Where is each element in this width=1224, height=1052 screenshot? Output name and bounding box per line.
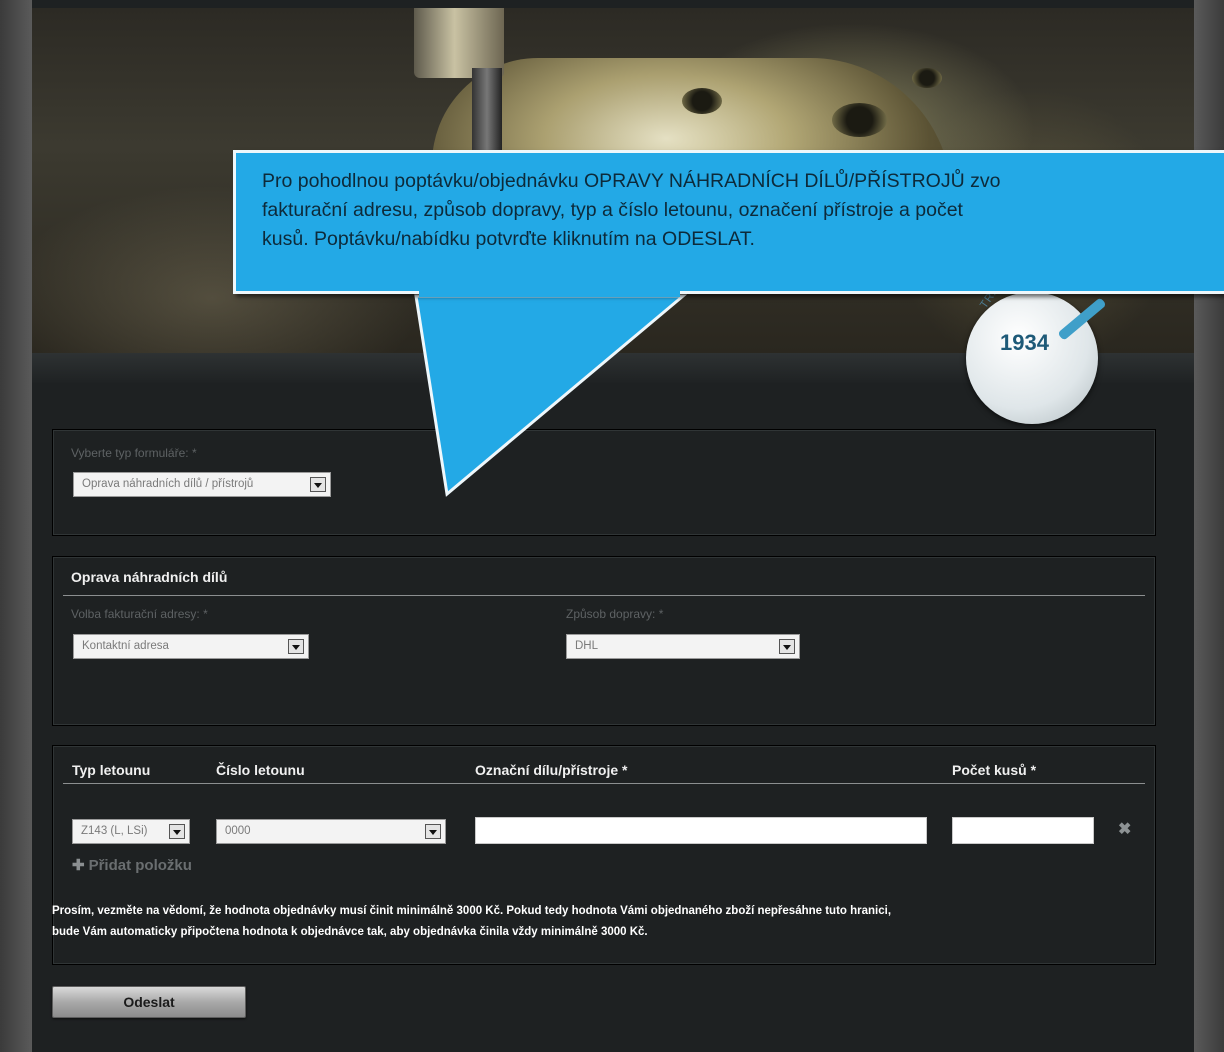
callout-line-2: fakturační adresu, způsob dopravy, typ a…: [262, 199, 963, 221]
callout-tail-joint: [419, 289, 680, 297]
column-aircraft-type: Typ letounu: [72, 762, 151, 778]
chevron-down-icon[interactable]: [288, 639, 304, 654]
submit-button[interactable]: Odeslat: [52, 986, 246, 1018]
add-item-label: Přidat položku: [88, 857, 192, 874]
aircraft-number-select[interactable]: 0000: [216, 819, 446, 844]
hero-spindle-shaft: [472, 68, 502, 158]
chevron-down-icon[interactable]: [310, 477, 326, 492]
plus-icon: ✚: [72, 857, 85, 874]
shipping-label: Způsob dopravy: *: [566, 607, 664, 621]
aircraft-number-selected: 0000: [225, 825, 251, 837]
form-type-select[interactable]: Oprava náhradních dílů / přístrojů: [73, 472, 331, 497]
callout-line-1: Pro pohodlnou poptávku/objednávku OPRAVY…: [262, 170, 1001, 192]
column-quantity: Počet kusů *: [952, 762, 1037, 778]
minimum-order-notice: Prosím, vezměte na vědomí, že hodnota ob…: [52, 901, 1142, 943]
form-type-panel: Vyberte typ formuláře: * Oprava náhradní…: [52, 429, 1156, 536]
hero-hole: [682, 88, 722, 114]
column-part-designation: Označní dílu/přístroje *: [475, 762, 628, 778]
tradition-badge: TRADITION SINCE 1934: [966, 213, 1107, 424]
shipping-select[interactable]: DHL: [566, 634, 800, 659]
repair-panel-title: Oprava náhradních dílů: [71, 569, 228, 585]
callout-line-3: kusů. Poptávku/nabídku potvrďte kliknutí…: [262, 228, 755, 250]
hero-hole: [832, 103, 887, 137]
form-type-selected: Oprava náhradních dílů / přístrojů: [82, 478, 254, 490]
hero-hole: [912, 68, 942, 88]
shipping-selected: DHL: [575, 640, 599, 652]
billing-address-select[interactable]: Kontaktní adresa: [73, 634, 309, 659]
chevron-down-icon[interactable]: [169, 824, 185, 839]
notice-line-2: bude Vám automaticky připočtena hodnota …: [52, 926, 648, 938]
chevron-down-icon[interactable]: [779, 639, 795, 654]
badge-year: 1934: [1000, 330, 1049, 355]
aircraft-type-selected: Z143 (L, LSi): [81, 825, 148, 837]
help-callout: Pro pohodlnou poptávku/objednávku OPRAVY…: [233, 150, 1224, 294]
column-aircraft-number: Číslo letounu: [216, 762, 305, 778]
repair-panel: Oprava náhradních dílů Volba fakturační …: [52, 556, 1156, 726]
quantity-input[interactable]: [952, 817, 1094, 844]
chevron-down-icon[interactable]: [425, 824, 441, 839]
page-frame-left: [0, 0, 32, 1052]
repair-divider: [63, 595, 1145, 596]
aircraft-type-select[interactable]: Z143 (L, LSi): [72, 819, 190, 844]
add-item-button[interactable]: ✚ Přidat položku: [72, 856, 192, 874]
notice-line-1: Prosím, vezměte na vědomí, že hodnota ob…: [52, 905, 892, 917]
items-divider: [63, 783, 1145, 784]
remove-item-icon[interactable]: ✖: [1118, 819, 1131, 839]
billing-label: Volba fakturační adresy: *: [71, 607, 208, 621]
form-type-label: Vyberte typ formuláře: *: [71, 446, 197, 460]
part-designation-input[interactable]: [475, 817, 927, 844]
billing-selected: Kontaktní adresa: [82, 640, 169, 652]
